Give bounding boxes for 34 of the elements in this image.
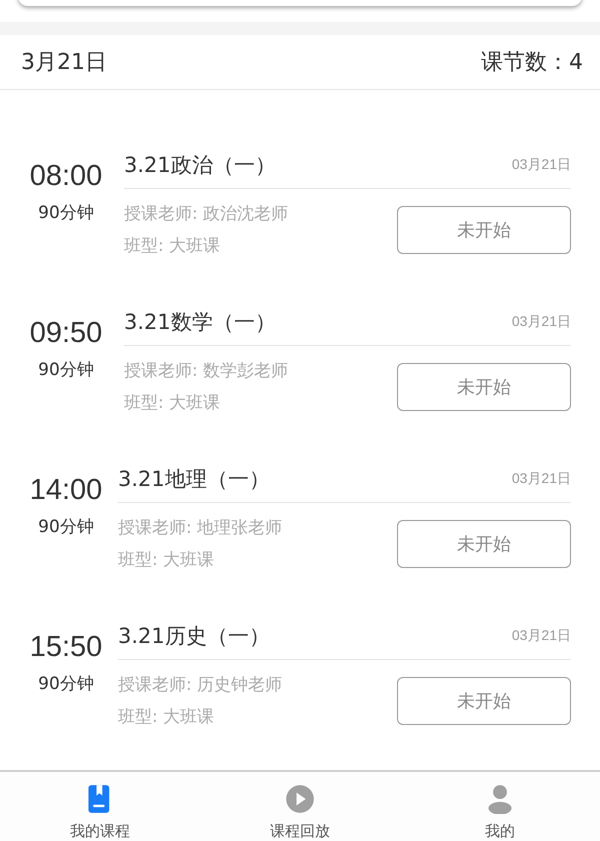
status-button[interactable]: 未开始 xyxy=(397,206,571,254)
play-icon xyxy=(285,784,315,814)
teacher-label: 授课老师: 数学彭老师 xyxy=(124,360,288,383)
class-type-label: 班型: 大班课 xyxy=(124,392,222,415)
lesson-date: 03月21日 xyxy=(512,470,571,488)
status-button[interactable]: 未开始 xyxy=(397,363,571,411)
start-time: 14:00 xyxy=(30,474,102,507)
teacher-label: 授课老师: 地理张老师 xyxy=(118,517,282,540)
date-heading: 3月21日 xyxy=(21,48,107,77)
class-type-label: 班型: 大班课 xyxy=(118,706,216,729)
status-button[interactable]: 未开始 xyxy=(397,520,571,568)
lesson-title: 3.21政治（一） xyxy=(124,152,276,179)
lesson-title: 3.21历史（一） xyxy=(118,623,270,650)
class-type-label: 班型: 大班课 xyxy=(124,235,222,258)
teacher-label: 授课老师: 政治沈老师 xyxy=(124,203,288,226)
tab-item[interactable]: 我的课程 xyxy=(0,772,200,841)
teacher-label: 授课老师: 历史钟老师 xyxy=(118,674,282,697)
lesson-date: 03月21日 xyxy=(512,156,571,174)
tab-item[interactable]: 课程回放 xyxy=(200,772,400,841)
start-time: 08:00 xyxy=(30,160,102,193)
lesson-count: 课节数：4 xyxy=(481,48,583,77)
start-time: 09:50 xyxy=(30,317,102,350)
tab-item[interactable]: 我的 xyxy=(400,772,600,841)
status-button[interactable]: 未开始 xyxy=(397,677,571,725)
class-type-label: 班型: 大班课 xyxy=(118,549,216,572)
lesson-title: 3.21地理（一） xyxy=(118,466,270,493)
start-time: 15:50 xyxy=(30,631,102,664)
lesson-date: 03月21日 xyxy=(512,313,571,331)
lesson-title: 3.21数学（一） xyxy=(124,309,276,336)
duration: 90分钟 xyxy=(38,202,94,224)
duration: 90分钟 xyxy=(38,673,94,695)
duration: 90分钟 xyxy=(38,359,94,381)
duration: 90分钟 xyxy=(38,516,94,538)
lesson-date: 03月21日 xyxy=(512,627,571,645)
